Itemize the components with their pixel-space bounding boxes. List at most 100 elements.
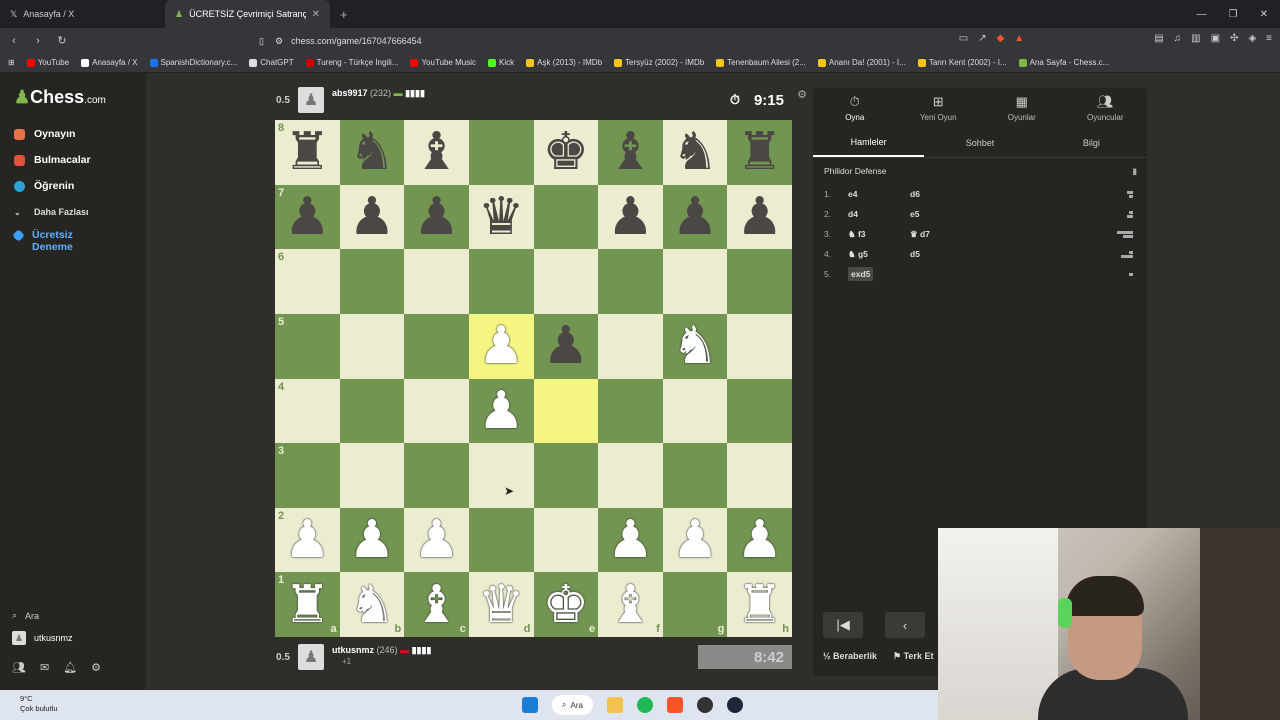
- square-a4[interactable]: 4: [275, 378, 340, 444]
- square-g2[interactable]: ♟: [662, 507, 728, 573]
- subtab-moves[interactable]: Hamleler: [813, 128, 925, 157]
- sidebar-item-puzzles[interactable]: Bulmacalar: [0, 147, 146, 173]
- black-pawn-icon[interactable]: ♟: [607, 191, 654, 243]
- minimize-icon[interactable]: —: [1197, 9, 1207, 20]
- black-move[interactable]: ♛ d7: [910, 229, 972, 240]
- square-b6[interactable]: [339, 249, 405, 314]
- resign-button[interactable]: ⚑ Terk Et: [893, 651, 933, 662]
- square-d1[interactable]: d ♛: [468, 572, 534, 637]
- subtab-chat[interactable]: Sohbet: [924, 128, 1035, 157]
- black-knight-icon[interactable]: ♞: [672, 126, 719, 178]
- black-bishop-icon[interactable]: ♝: [607, 126, 654, 178]
- tab-games[interactable]: ▦ Oyunlar: [980, 88, 1064, 128]
- square-h6[interactable]: [727, 249, 792, 314]
- sidebar-profile[interactable]: ♟ utkusnmz: [12, 631, 137, 645]
- white-king-icon[interactable]: ♚: [543, 579, 590, 631]
- square-d7[interactable]: ♛: [468, 184, 534, 250]
- player-name[interactable]: utkusnmz (246) ▬ ▮▮▮▮ +1: [332, 645, 431, 666]
- forward-icon[interactable]: ›: [28, 35, 48, 47]
- white-rook-icon[interactable]: ♜: [736, 579, 783, 631]
- square-e8[interactable]: ♚: [533, 120, 599, 185]
- square-c5[interactable]: [404, 313, 469, 379]
- square-g8[interactable]: ♞: [662, 120, 728, 185]
- sidebar-item-free-trial[interactable]: Ücretsiz Deneme: [0, 225, 146, 261]
- close-tab-icon[interactable]: ✕: [312, 9, 320, 20]
- black-bishop-icon[interactable]: ♝: [413, 126, 460, 178]
- white-knight-icon[interactable]: ♞: [672, 320, 719, 372]
- square-e4[interactable]: [533, 378, 599, 444]
- white-pawn-icon[interactable]: ♟: [478, 320, 525, 372]
- square-a7[interactable]: 7 ♟: [275, 184, 340, 250]
- first-move-button[interactable]: |◀: [823, 612, 863, 638]
- browser-tab[interactable]: 𝕏 Anasayfa / X: [0, 0, 165, 28]
- spotify-icon[interactable]: [636, 697, 653, 713]
- black-pawn-icon[interactable]: ♟: [736, 191, 783, 243]
- white-pawn-icon[interactable]: ♟: [672, 514, 719, 566]
- obs-icon[interactable]: [696, 697, 713, 713]
- draw-button[interactable]: ½ Beraberlik: [823, 651, 877, 662]
- black-move[interactable]: e5: [910, 209, 972, 219]
- white-move[interactable]: ♞ f3: [848, 229, 866, 239]
- black-rook-icon[interactable]: ♜: [736, 126, 783, 178]
- new-tab-button[interactable]: +: [330, 7, 358, 22]
- white-move[interactable]: ♞ g5: [848, 249, 868, 259]
- square-h7[interactable]: ♟: [727, 184, 792, 250]
- back-icon[interactable]: ‹: [4, 35, 24, 47]
- white-pawn-icon[interactable]: ♟: [349, 514, 396, 566]
- square-h1[interactable]: h ♜: [727, 572, 792, 637]
- book-icon[interactable]: ▮: [1132, 166, 1137, 177]
- black-knight-icon[interactable]: ♞: [349, 126, 396, 178]
- cast-icon[interactable]: ▭: [959, 33, 968, 44]
- sidebar-item-learn[interactable]: Öğrenin: [0, 173, 146, 199]
- black-move[interactable]: d6: [910, 189, 972, 199]
- bookmark-item[interactable]: Tersyüz (2002) - IMDb: [614, 58, 704, 67]
- square-c6[interactable]: [404, 249, 469, 314]
- board-settings-icon[interactable]: ⚙: [797, 88, 807, 101]
- tab-players[interactable]: 👥︎ Oyuncular: [1064, 88, 1148, 128]
- settings-icon[interactable]: ⚙: [91, 661, 101, 674]
- black-pawn-icon[interactable]: ♟: [543, 320, 590, 372]
- bookmark-item[interactable]: YouTube: [26, 58, 69, 67]
- brave-shield-icon[interactable]: ◆: [997, 33, 1005, 44]
- square-g3[interactable]: [662, 443, 728, 508]
- brave-icon[interactable]: [666, 697, 683, 713]
- windows-start-icon[interactable]: [522, 697, 538, 713]
- reload-icon[interactable]: ↻: [52, 34, 72, 47]
- square-g1[interactable]: g: [662, 572, 728, 637]
- white-pawn-icon[interactable]: ♟: [478, 385, 525, 437]
- bookmark-item[interactable]: Tenenbaum Ailesi (2...: [716, 58, 806, 67]
- panel-icon[interactable]: ▥: [1191, 33, 1200, 44]
- black-pawn-icon[interactable]: ♟: [349, 191, 396, 243]
- square-c1[interactable]: c ♝: [404, 572, 469, 637]
- bell-icon[interactable]: 🔔︎: [63, 661, 77, 674]
- square-a3[interactable]: 3: [275, 443, 340, 508]
- browser-tab-active[interactable]: ♟ ÜCRETSİZ Çevrimiçi Satranç Oyn... ✕: [165, 0, 330, 28]
- white-pawn-icon[interactable]: ♟: [413, 514, 460, 566]
- player-name[interactable]: abs9917 (232) ▬ ▮▮▮▮: [332, 88, 425, 99]
- bookmark-item[interactable]: Ananı Da! (2001) - I...: [817, 58, 906, 67]
- square-b7[interactable]: ♟: [339, 184, 405, 250]
- square-h8[interactable]: ♜: [727, 120, 792, 185]
- square-g6[interactable]: [662, 249, 728, 314]
- square-f8[interactable]: ♝: [598, 120, 663, 185]
- square-b2[interactable]: ♟: [339, 507, 405, 573]
- sidebar-item-more[interactable]: ⌄ Daha Fazlası: [0, 199, 146, 225]
- black-pawn-icon[interactable]: ♟: [284, 191, 331, 243]
- square-g5[interactable]: ♞: [662, 313, 728, 379]
- white-move[interactable]: d4: [848, 209, 858, 219]
- chess-logo[interactable]: ♟Chess.com: [14, 87, 106, 108]
- white-queen-icon[interactable]: ♛: [478, 579, 525, 631]
- square-c7[interactable]: ♟: [404, 184, 469, 250]
- white-bishop-icon[interactable]: ♝: [607, 579, 654, 631]
- steam-icon[interactable]: [726, 697, 743, 713]
- white-knight-icon[interactable]: ♞: [349, 579, 396, 631]
- square-h2[interactable]: ♟: [727, 507, 792, 573]
- square-a2[interactable]: 2 ♟: [275, 507, 340, 573]
- maximize-icon[interactable]: ❐: [1229, 9, 1238, 20]
- square-c4[interactable]: [404, 378, 469, 444]
- music-icon[interactable]: ♫: [1174, 33, 1182, 44]
- black-queen-icon[interactable]: ♛: [478, 191, 525, 243]
- apps-icon[interactable]: ⊞: [8, 58, 15, 67]
- menu-icon[interactable]: ≡: [1266, 33, 1272, 44]
- square-d5[interactable]: ♟: [468, 313, 534, 379]
